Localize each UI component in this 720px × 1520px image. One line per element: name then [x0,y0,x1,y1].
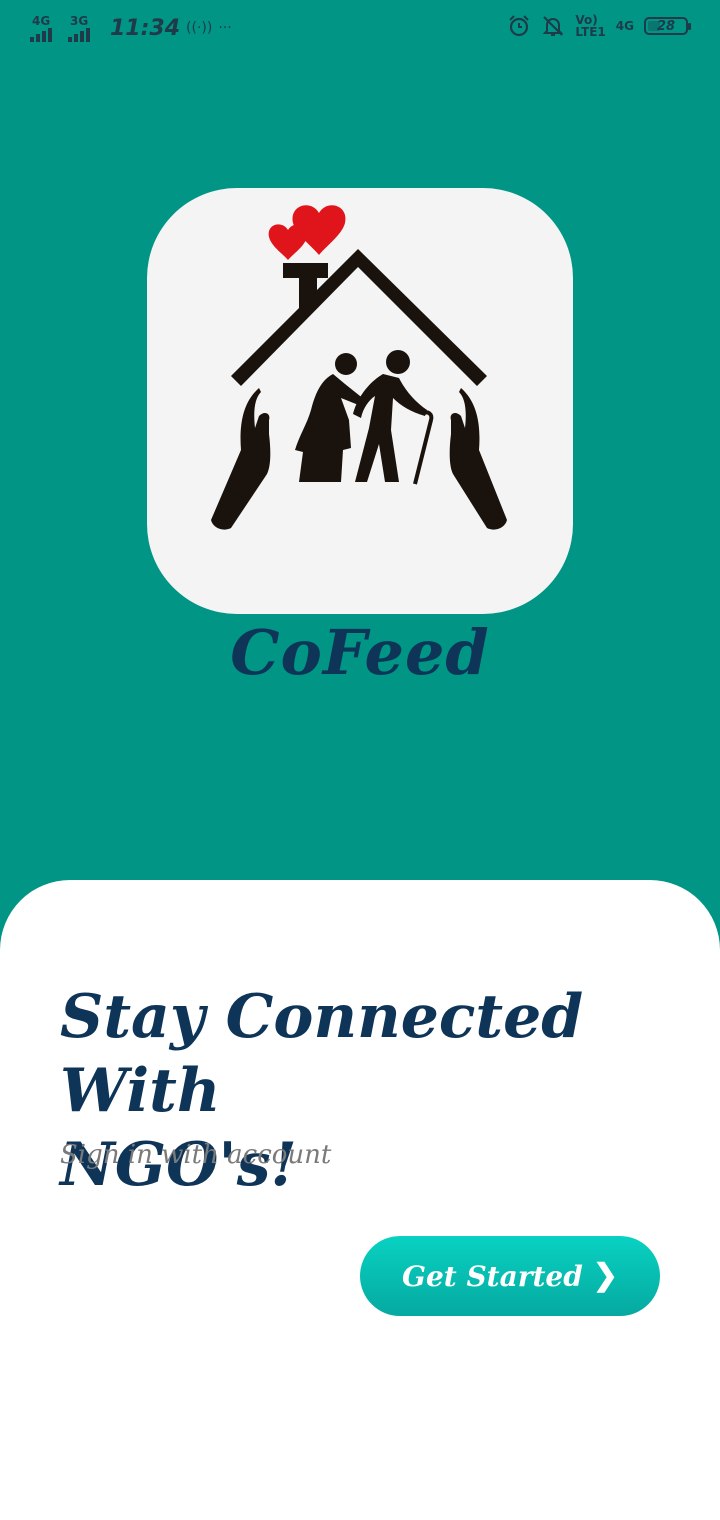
notifications-off-icon [542,16,564,36]
status-time: 11:34 [110,15,181,41]
headline-line-1: Stay Connected With [60,982,584,1126]
volte-indicator: Vo) LTE1 [575,14,605,38]
more-notifications-icon: ··· [218,20,232,36]
hotspot-icon: ((·)) [186,20,213,36]
get-started-button[interactable]: Get Started ❯ [360,1236,660,1316]
app-name: CoFeed [230,616,490,689]
sim2-signal-icon: 3G [68,14,100,42]
sim2-network-label: 3G [70,14,89,28]
get-started-label: Get Started [402,1259,583,1293]
alarm-icon [509,15,530,37]
sim1-network-label: 4G [32,14,51,28]
status-left: 4G 3G 11:34 ((·)) ··· [30,12,232,44]
battery-icon: 28 [644,17,691,35]
lte-label: LTE1 [575,25,606,39]
status-right: Vo) LTE1 4G 28 [507,14,691,38]
status-bar: 4G 3G 11:34 ((·)) ··· Vo) LTE1 4G 28 [0,0,720,56]
chevron-right-icon: ❯ [592,1257,618,1293]
app-logo [147,188,573,614]
sim1-signal-icon: 4G [30,14,62,42]
network-type-label: 4G [615,19,634,33]
elderly-care-home-icon [211,205,507,530]
welcome-subtitle: Sign in with account [60,1140,332,1170]
battery-level: 28 [656,18,676,34]
